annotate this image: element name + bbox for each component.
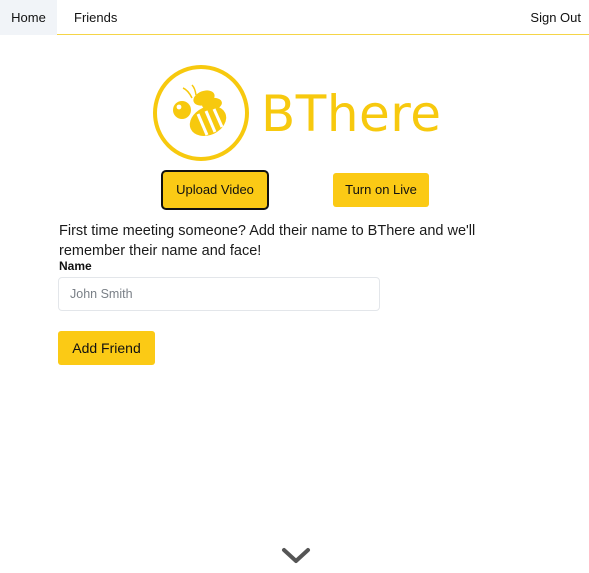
name-input[interactable] bbox=[58, 277, 380, 311]
nav-home-link[interactable]: Home bbox=[0, 0, 57, 35]
chevron-down-icon[interactable] bbox=[281, 546, 311, 566]
top-navbar: Home Friends Sign Out bbox=[0, 0, 589, 35]
brand-name: BThere bbox=[261, 85, 442, 143]
nav-friends-link[interactable]: Friends bbox=[74, 0, 117, 35]
name-label: Name bbox=[59, 259, 92, 273]
turn-on-live-button[interactable]: Turn on Live bbox=[333, 173, 429, 207]
sign-out-link[interactable]: Sign Out bbox=[530, 0, 581, 35]
bee-icon bbox=[153, 65, 249, 161]
bthere-logo: BThere bbox=[152, 64, 444, 162]
add-friend-button[interactable]: Add Friend bbox=[58, 331, 155, 365]
upload-video-button[interactable]: Upload Video bbox=[161, 170, 269, 210]
intro-text: First time meeting someone? Add their na… bbox=[59, 223, 476, 259]
